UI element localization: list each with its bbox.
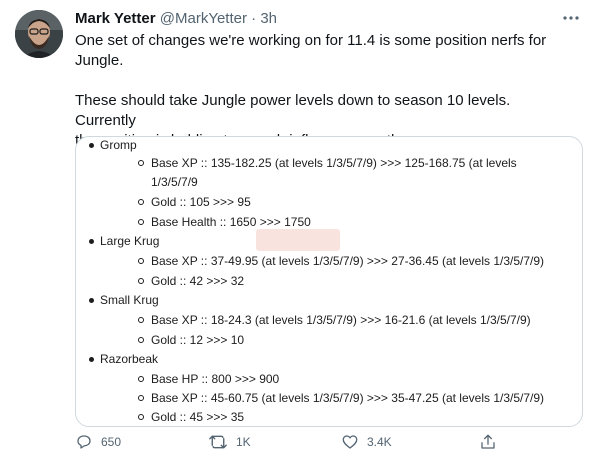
watermark-logo [256,229,340,251]
tweet-actions: 650 1K 3.4K [75,432,575,452]
card-line: Base XP :: 45-60.75 (at levels 1/3/5/7/9… [137,391,545,405]
retweet-button[interactable]: 1K [208,432,251,452]
card-line: Base XP :: 37-49.95 (at levels 1/3/5/7/9… [137,254,545,268]
card-line: Base XP :: 18-24.3 (at levels 1/3/5/7/9)… [138,313,531,327]
card-line-razorbeak: Razorbeak [88,352,159,366]
avatar[interactable] [15,10,63,58]
tweet-text: One set of changes we're working on for … [75,32,547,149]
card-line-gromp: Gromp [89,138,137,152]
tweet-header: Mark Yetter @MarkYetter · 3h [75,10,581,30]
author-name[interactable]: Mark Yetter [75,10,156,27]
reply-button[interactable]: 650 [75,432,121,452]
more-icon[interactable] [561,8,581,28]
tweet-time[interactable]: 3h [260,10,277,27]
reply-count: 650 [101,435,122,449]
retweet-count: 1K [236,435,251,449]
card-line: 1/3/5/7/9 [151,175,198,189]
share-button[interactable] [479,432,497,452]
card-line: Gold :: 12 >>> 10 [137,333,245,347]
card-line: Base HP :: 800 >>> 900 [137,372,280,386]
reply-icon [75,433,93,451]
retweet-icon [208,433,228,451]
tweet[interactable]: Mark Yetter @MarkYetter · 3h One set of … [0,0,597,471]
card-line-large-krug: Large Krug [88,234,160,248]
separator-dot: · [251,10,257,27]
like-button[interactable]: 3.4K [341,432,392,452]
card-line: Gold :: 45 >>> 35 [137,410,245,424]
avatar-image [15,10,63,58]
like-icon [341,433,359,451]
card-line: Base XP :: 135-182.25 (at levels 1/3/5/7… [138,156,517,170]
card-line: Gold :: 42 >>> 32 [137,274,245,288]
like-count: 3.4K [367,435,392,449]
card-line-small-krug: Small Krug [89,293,159,307]
share-icon [479,433,497,451]
card-line: Gold :: 105 >>> 95 [138,195,251,209]
author-handle[interactable]: @MarkYetter [160,10,247,27]
patch-notes-image[interactable]: Gromp Base XP :: 135-182.25 (at levels 1… [75,136,583,427]
